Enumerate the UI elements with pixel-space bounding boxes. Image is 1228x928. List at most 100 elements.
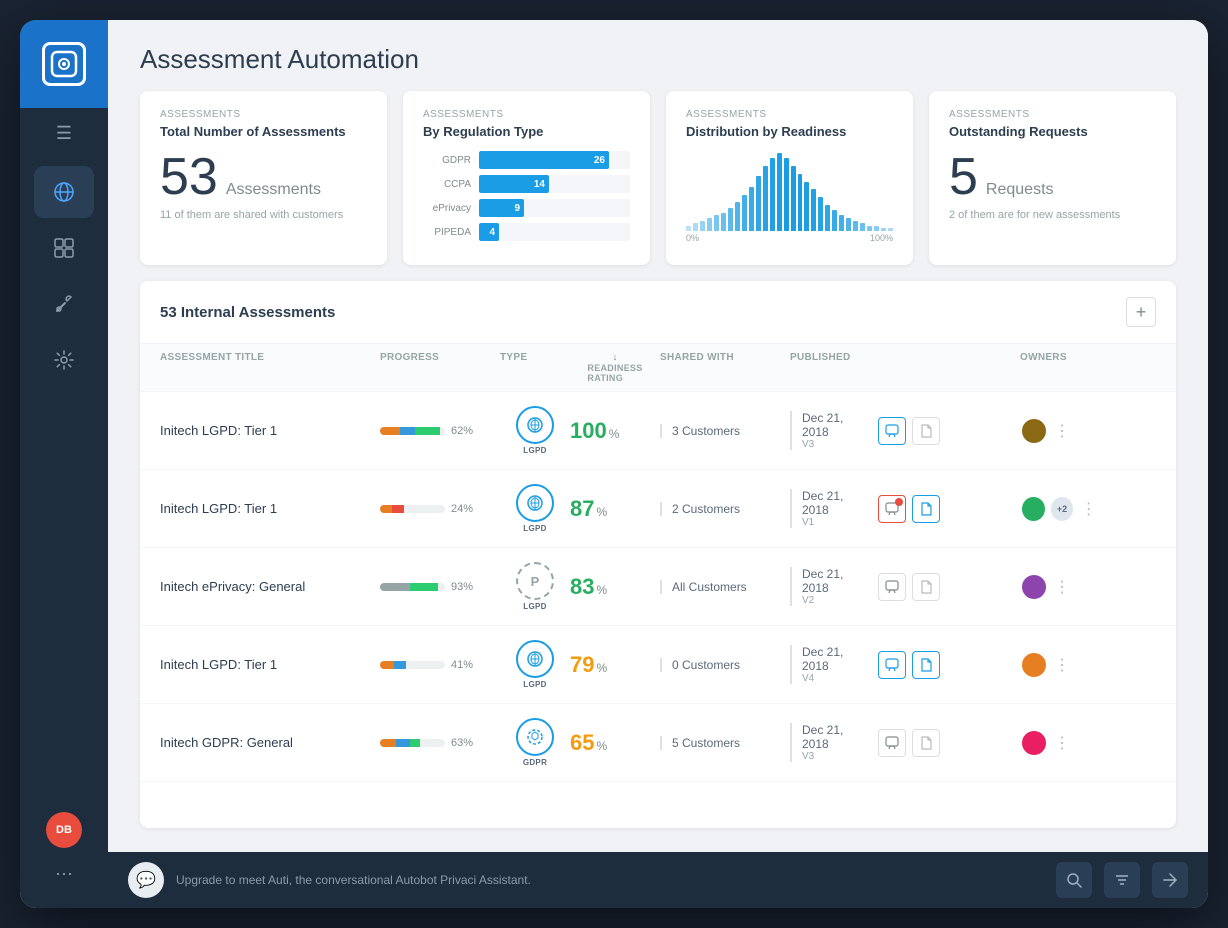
bar-value: 26 [594, 155, 605, 166]
sidebar-item-tools[interactable] [34, 278, 94, 330]
sidebar-item-settings[interactable] [34, 334, 94, 386]
dist-bar [832, 210, 837, 231]
shared-text: 5 Customers [672, 736, 740, 750]
type-cell: GDPR [500, 718, 570, 767]
progress-pct: 62% [451, 425, 473, 437]
logo-icon [42, 42, 86, 86]
action-icons [878, 729, 940, 757]
dist-bar [860, 223, 865, 231]
user-avatar[interactable]: DB [46, 812, 82, 848]
row-more-button[interactable]: ⋮ [1050, 731, 1074, 755]
dist-bar [804, 182, 809, 231]
shared-text: 0 Customers [672, 658, 740, 672]
readiness-sort-icon[interactable]: ↓ [612, 352, 617, 363]
chat-icon-btn[interactable] [878, 495, 906, 523]
menu-toggle[interactable]: ☰ [20, 108, 108, 158]
dist-bar [735, 202, 740, 231]
published-version: V1 [802, 517, 870, 528]
shared-text: 2 Customers [672, 502, 740, 516]
share-button[interactable] [1152, 862, 1188, 898]
progress-pct: 24% [451, 503, 473, 515]
distribution-chart [686, 151, 893, 231]
readiness-pct: % [596, 739, 607, 753]
card-dist-title: Distribution by Readiness [686, 124, 893, 139]
col-header-shared: Shared With [660, 352, 790, 383]
published-cell: Dec 21, 2018 V2 [790, 567, 940, 606]
table-rows-container: Initech LGPD: Tier 1 62% LGPD 100 % [140, 392, 1176, 828]
total-subtitle: 11 of them are shared with customers [160, 209, 367, 221]
bottom-bar: 💬 Upgrade to meet Auti, the conversation… [108, 852, 1208, 908]
logo[interactable] [20, 20, 108, 108]
file-icon-btn[interactable] [912, 417, 940, 445]
file-icon-btn[interactable] [912, 573, 940, 601]
table-row: Initech LGPD: Tier 1 41% LGPD 79 % [140, 626, 1176, 704]
search-button[interactable] [1056, 862, 1092, 898]
row-assessment-title: Initech LGPD: Tier 1 [160, 657, 380, 672]
published-info: Dec 21, 2018 V3 [802, 411, 870, 450]
progress-bar [380, 739, 445, 747]
type-label: LGPD [523, 602, 546, 611]
type-circle-lgpd [516, 640, 554, 678]
card-total: Assessments Total Number of Assessments … [140, 91, 387, 265]
progress-pct: 63% [451, 737, 473, 749]
readiness-pct: % [596, 505, 607, 519]
sidebar-item-dashboard[interactable] [34, 222, 94, 274]
bar-value: 4 [489, 227, 495, 238]
row-more-button[interactable]: ⋮ [1050, 575, 1074, 599]
row-more-button[interactable]: ⋮ [1077, 497, 1100, 521]
card-dist-label: Assessments [686, 109, 893, 120]
bar-fill: 4 [479, 223, 499, 241]
bar-track: 14 [479, 175, 630, 193]
row-more-button[interactable]: ⋮ [1050, 419, 1074, 443]
row-assessment-title: Initech ePrivacy: General [160, 579, 380, 594]
card-reg-title: By Regulation Type [423, 124, 630, 139]
page-title: Assessment Automation [140, 44, 1176, 75]
file-icon-btn[interactable] [912, 729, 940, 757]
owner-more: +2 [1049, 495, 1076, 523]
published-cell: Dec 21, 2018 V3 [790, 723, 940, 762]
type-circle-lgpd [516, 484, 554, 522]
chat-icon: 💬 [128, 862, 164, 898]
apps-icon[interactable]: ⋯ [46, 856, 82, 892]
chat-icon-btn[interactable] [878, 417, 906, 445]
owner-avatar [1020, 573, 1048, 601]
chat-icon-btn[interactable] [878, 573, 906, 601]
type-circle-eprivacy: P [516, 562, 554, 600]
card-out-label: Assessments [949, 109, 1156, 120]
row-more-button[interactable]: ⋮ [1050, 653, 1074, 677]
assessments-table: 53 Internal Assessments + Assessment Tit… [140, 281, 1176, 828]
column-headers: Assessment Title Progress Type ↓ Readine… [140, 344, 1176, 392]
table-row: Initech LGPD: Tier 1 24% LGPD 87 % [140, 470, 1176, 548]
published-date: Dec 21, 2018 [802, 645, 870, 673]
sidebar-item-globe[interactable] [34, 166, 94, 218]
card-total-label: Assessments [160, 109, 367, 120]
published-version: V4 [802, 673, 870, 684]
regulation-bar-chart: GDPR 26 CCPA 14 ePrivacy 9 PIPEDA 4 [423, 151, 630, 241]
dist-bar [700, 221, 705, 231]
page-header: Assessment Automation [108, 20, 1208, 91]
dist-bar [707, 218, 712, 231]
file-icon-btn[interactable] [912, 651, 940, 679]
dist-bar [770, 158, 775, 231]
file-icon-btn[interactable] [912, 495, 940, 523]
filter-button[interactable] [1104, 862, 1140, 898]
readiness-pct: % [596, 583, 607, 597]
add-assessment-button[interactable]: + [1126, 297, 1156, 327]
bar-value: 9 [514, 203, 520, 214]
bar-value: 14 [534, 179, 545, 190]
published-info: Dec 21, 2018 V2 [802, 567, 870, 606]
readiness-number: 87 [570, 496, 594, 522]
chat-icon-btn[interactable] [878, 729, 906, 757]
published-date: Dec 21, 2018 [802, 567, 870, 595]
published-cell: Dec 21, 2018 V4 [790, 645, 940, 684]
dist-bar [756, 176, 761, 231]
dist-bar [867, 226, 872, 231]
owner-avatar [1020, 495, 1047, 523]
dist-bar [811, 189, 816, 231]
dist-axis-start: 0% [686, 233, 699, 243]
type-label: GDPR [523, 758, 547, 767]
owner-avatar [1020, 729, 1048, 757]
chat-icon-btn[interactable] [878, 651, 906, 679]
dist-bar [749, 187, 754, 231]
readiness-cell: 100 % [570, 418, 660, 444]
